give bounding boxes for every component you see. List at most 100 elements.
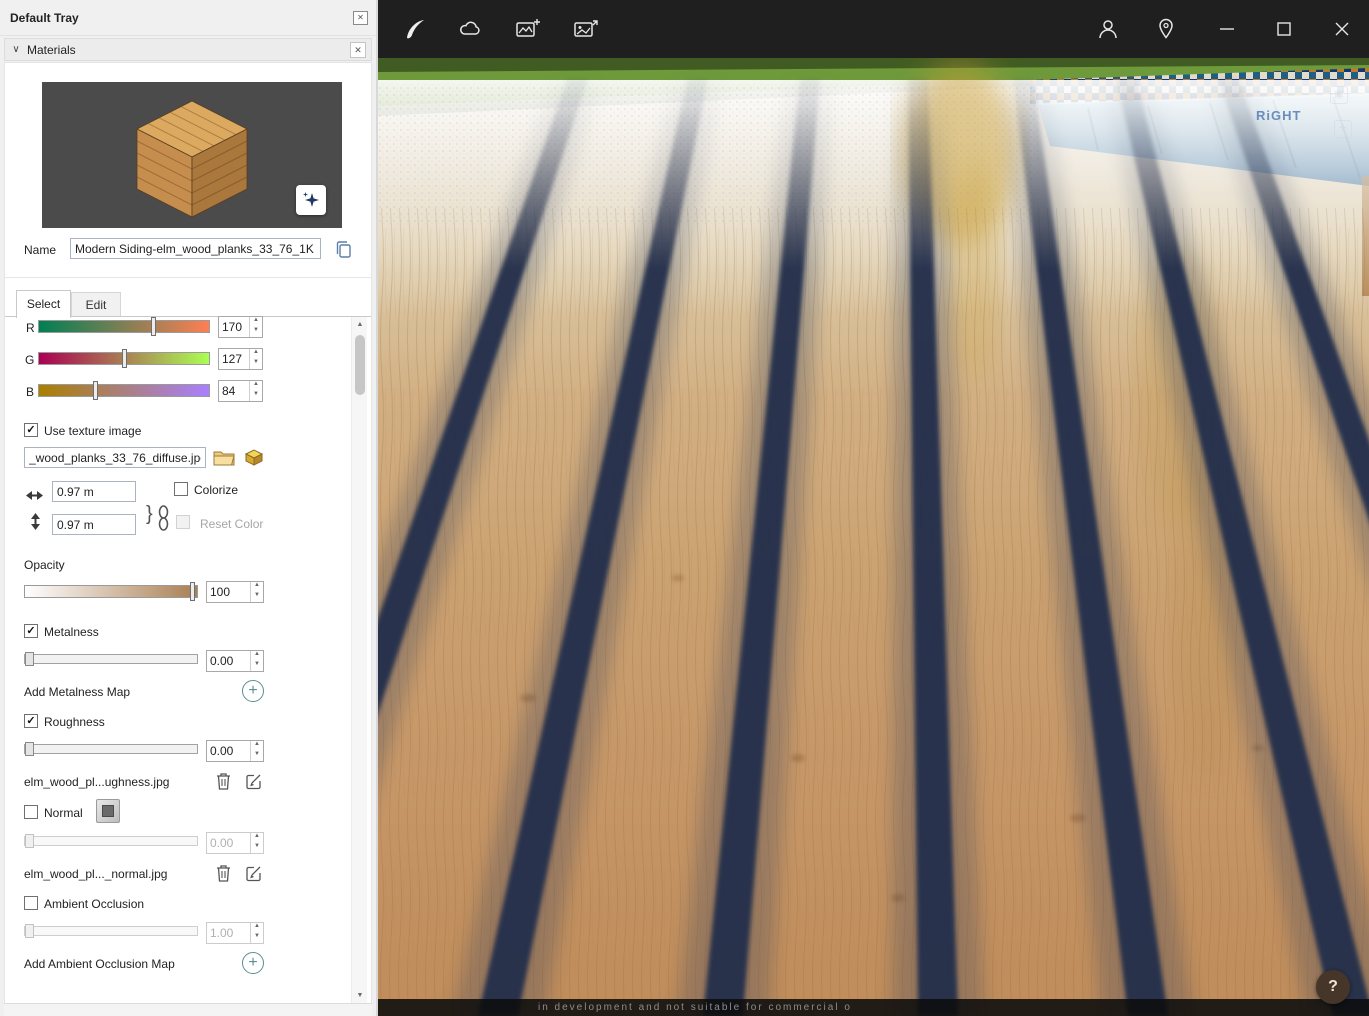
normal-spinner bbox=[250, 833, 263, 853]
select-tool-icon[interactable] bbox=[402, 16, 428, 42]
scroll-up-icon[interactable]: ▲ bbox=[352, 317, 368, 332]
roughness-value-box bbox=[206, 740, 264, 762]
roughness-slider-thumb[interactable] bbox=[25, 742, 34, 756]
scrollbar-thumb[interactable] bbox=[355, 335, 365, 395]
tab-select[interactable]: Select bbox=[16, 290, 71, 318]
add-ambient-occlusion-map-label[interactable]: Add Ambient Occlusion Map bbox=[24, 957, 175, 971]
watermark-bar: in development and not suitable for comm… bbox=[378, 999, 1369, 1016]
account-person-icon[interactable] bbox=[1095, 16, 1121, 42]
window-maximize-button[interactable] bbox=[1271, 16, 1297, 42]
ambient-occlusion-slider bbox=[24, 926, 198, 936]
add-metalness-map-button[interactable] bbox=[242, 680, 264, 702]
roughness-file-label: elm_wood_pl...ughness.jpg bbox=[24, 775, 169, 789]
normal-slider-thumb bbox=[25, 834, 34, 848]
delete-normal-icon[interactable] bbox=[215, 863, 232, 883]
window-minimize-button[interactable] bbox=[1214, 16, 1240, 42]
texture-width-input[interactable] bbox=[52, 481, 136, 502]
tray-close-button[interactable]: ✕ bbox=[353, 11, 368, 25]
b-slider[interactable] bbox=[38, 384, 210, 397]
r-slider[interactable] bbox=[38, 320, 210, 333]
roughness-label: Roughness bbox=[44, 715, 105, 729]
add-metalness-map-label[interactable]: Add Metalness Map bbox=[24, 685, 130, 699]
g-value-input[interactable] bbox=[219, 349, 249, 369]
use-texture-label: Use texture image bbox=[44, 424, 141, 438]
viewport-toolbar bbox=[378, 0, 1369, 58]
materials-header-label: Materials bbox=[27, 43, 76, 57]
material-name-input[interactable] bbox=[70, 238, 321, 259]
metalness-checkbox[interactable] bbox=[24, 624, 38, 638]
metalness-slider-thumb[interactable] bbox=[25, 652, 34, 666]
metalness-value-box bbox=[206, 650, 264, 672]
g-slider-thumb[interactable] bbox=[122, 349, 127, 368]
generate-material-button[interactable] bbox=[296, 185, 326, 215]
materials-close-button[interactable]: ✕ bbox=[350, 42, 366, 58]
chevron-down-icon[interactable]: ∨ bbox=[5, 44, 27, 55]
viewport-axis-icon[interactable]: ✛ bbox=[1334, 120, 1352, 138]
opacity-slider[interactable] bbox=[24, 585, 198, 598]
ambient-occlusion-checkbox[interactable] bbox=[24, 896, 38, 910]
g-slider[interactable] bbox=[38, 352, 210, 365]
lock-aspect-chain-icon[interactable] bbox=[158, 505, 169, 531]
scene-render bbox=[378, 58, 1369, 1016]
delete-roughness-icon[interactable] bbox=[215, 771, 232, 791]
g-spinner[interactable] bbox=[249, 349, 262, 369]
viewport-gizmo-icon[interactable]: ▣ bbox=[1330, 86, 1348, 104]
opacity-value-input[interactable] bbox=[207, 582, 250, 602]
roughness-checkbox[interactable] bbox=[24, 714, 38, 728]
opacity-spinner[interactable] bbox=[250, 582, 263, 602]
r-slider-thumb[interactable] bbox=[151, 317, 156, 336]
normal-label: Normal bbox=[44, 806, 83, 820]
ambient-occlusion-label: Ambient Occlusion bbox=[44, 897, 144, 911]
edit-normal-icon[interactable] bbox=[245, 864, 263, 882]
roughness-spinner[interactable] bbox=[250, 741, 263, 761]
tray-bottom-strip bbox=[4, 1003, 372, 1016]
tab-edit[interactable]: Edit bbox=[71, 292, 121, 316]
photo-sparkle-icon[interactable] bbox=[515, 16, 541, 42]
b-slider-thumb[interactable] bbox=[93, 381, 98, 400]
roughness-value-input[interactable] bbox=[207, 741, 250, 761]
metalness-slider[interactable] bbox=[24, 654, 198, 664]
roughness-slider[interactable] bbox=[24, 744, 198, 754]
texture-library-icon[interactable] bbox=[244, 447, 264, 467]
r-value-input[interactable] bbox=[219, 317, 249, 337]
metalness-value-input[interactable] bbox=[207, 651, 250, 671]
ambient-occlusion-slider-thumb bbox=[25, 924, 34, 938]
normal-checkbox[interactable] bbox=[24, 805, 38, 819]
b-spinner[interactable] bbox=[249, 381, 262, 401]
name-label: Name bbox=[24, 243, 56, 257]
normal-map-thumbnail[interactable] bbox=[96, 799, 120, 823]
texture-width-icon bbox=[26, 490, 43, 501]
browse-folder-icon[interactable] bbox=[213, 449, 235, 467]
b-value-box bbox=[218, 380, 263, 402]
help-button[interactable]: ? bbox=[1316, 970, 1350, 1004]
help-label: ? bbox=[1328, 978, 1338, 996]
cloud-icon[interactable] bbox=[457, 16, 483, 42]
metalness-label: Metalness bbox=[44, 625, 99, 639]
window-close-button[interactable] bbox=[1329, 16, 1355, 42]
viewport-scene[interactable]: RiGHT ▣ ✛ in development and not suitabl… bbox=[378, 58, 1369, 1016]
metalness-spinner[interactable] bbox=[250, 651, 263, 671]
reset-color-label[interactable]: Reset Color bbox=[200, 517, 263, 531]
edit-roughness-icon[interactable] bbox=[245, 772, 263, 790]
normal-slider bbox=[24, 836, 198, 846]
photo-export-icon[interactable] bbox=[573, 16, 599, 42]
copy-icon[interactable] bbox=[334, 239, 354, 259]
tray-title: Default Tray bbox=[10, 11, 79, 25]
r-spinner[interactable] bbox=[249, 317, 262, 337]
scroll-down-icon[interactable]: ▼ bbox=[352, 988, 368, 1003]
use-texture-checkbox[interactable] bbox=[24, 423, 38, 437]
opacity-label: Opacity bbox=[24, 558, 65, 572]
materials-scrollbar[interactable]: ▲ ▼ bbox=[351, 317, 367, 1003]
materials-header[interactable]: ∨ Materials ✕ bbox=[4, 38, 372, 61]
pin-icon[interactable] bbox=[1153, 16, 1179, 42]
b-value-input[interactable] bbox=[219, 381, 249, 401]
texture-file-input[interactable] bbox=[24, 447, 206, 468]
texture-height-input[interactable] bbox=[52, 514, 136, 535]
r-value-box bbox=[218, 316, 263, 338]
add-ambient-occlusion-map-button[interactable] bbox=[242, 952, 264, 974]
reset-color-swatch[interactable] bbox=[176, 515, 190, 529]
face-orientation-label: RiGHT bbox=[1256, 108, 1301, 123]
colorize-checkbox[interactable] bbox=[174, 482, 188, 496]
opacity-slider-thumb[interactable] bbox=[190, 582, 195, 601]
tray-titlebar: Default Tray bbox=[0, 0, 376, 36]
